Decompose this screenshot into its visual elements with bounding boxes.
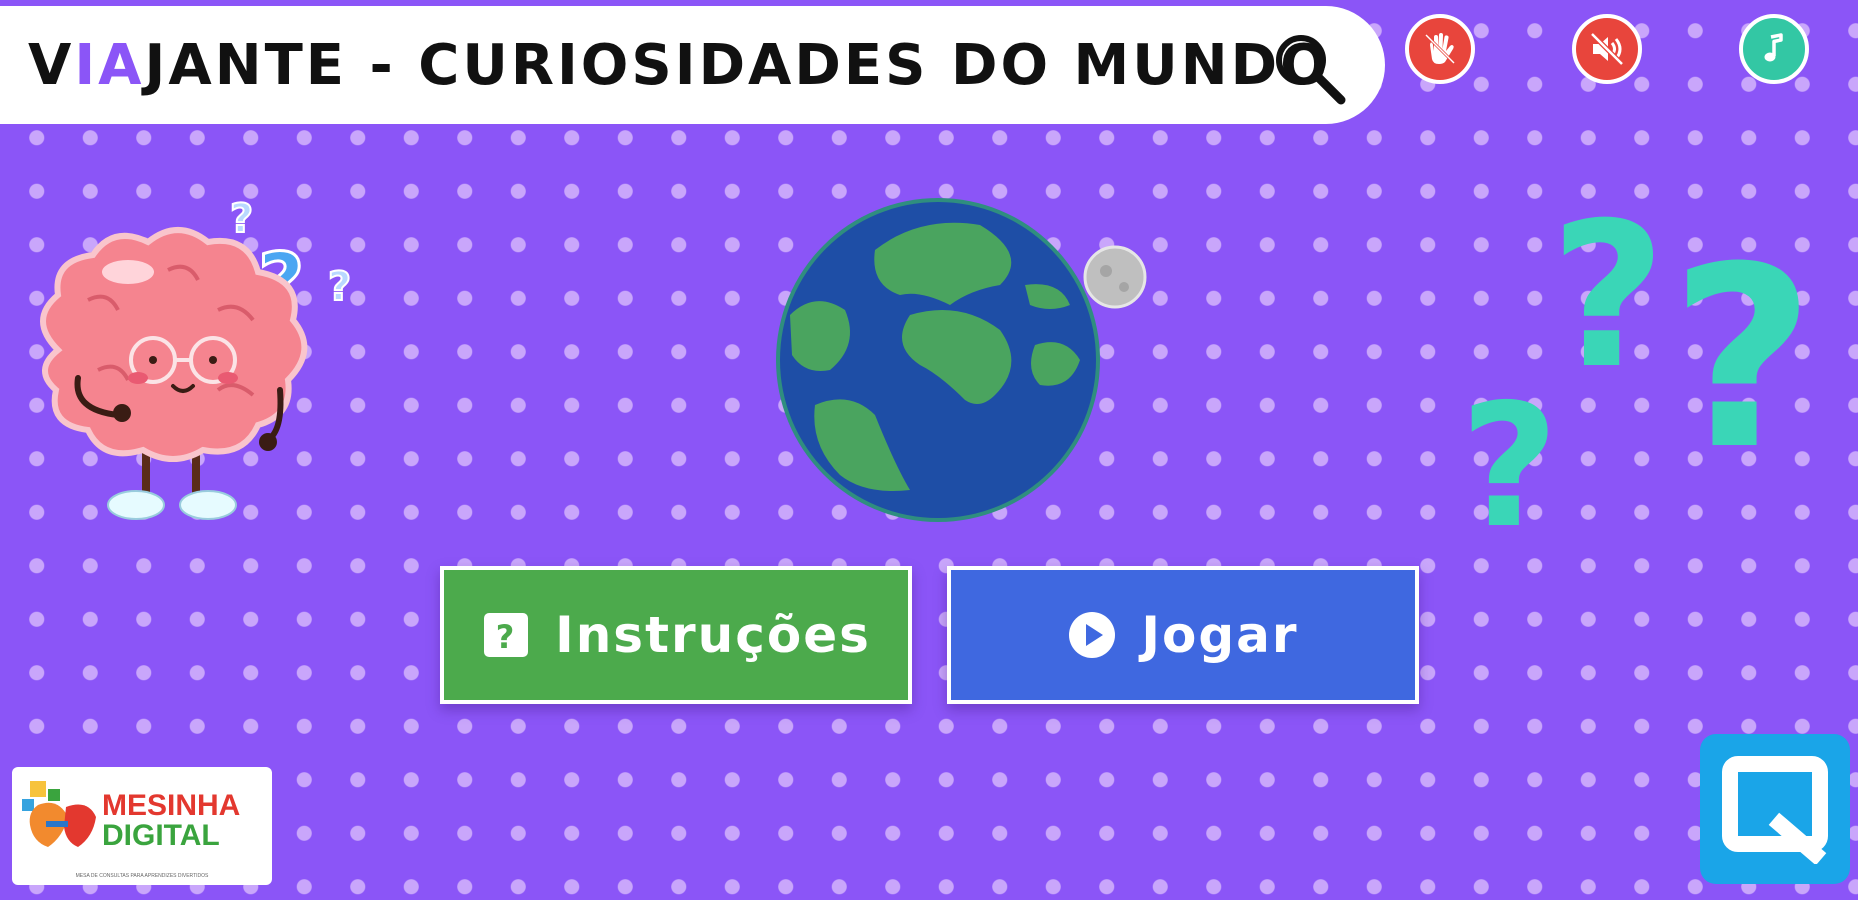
play-circle-icon bbox=[1067, 610, 1117, 660]
svg-text:?: ? bbox=[1460, 368, 1559, 535]
music-button[interactable] bbox=[1739, 14, 1809, 84]
svg-text:?: ? bbox=[230, 200, 253, 242]
game-title: VIAJANTE - CURIOSIDADES DO MUNDO bbox=[28, 32, 1331, 98]
hand-stop-icon bbox=[1424, 33, 1456, 65]
q-brand-logo[interactable] bbox=[1700, 734, 1850, 884]
question-marks-illustration: ? ? ? bbox=[1460, 195, 1815, 535]
brain-character-illustration: ? ? ? bbox=[40, 200, 352, 520]
logo-tagline: MESA DE CONSULTAS PARA APRENDIZES DIVERT… bbox=[75, 873, 209, 879]
mute-sound-button[interactable] bbox=[1572, 14, 1642, 84]
instructions-button[interactable]: ? Instruções bbox=[440, 566, 912, 704]
play-label: Jogar bbox=[1141, 606, 1299, 664]
earth-globe-illustration bbox=[776, 198, 1147, 522]
logo-text-line2: DIGITAL bbox=[102, 819, 220, 852]
svg-text:?: ? bbox=[1550, 195, 1666, 413]
svg-text:?: ? bbox=[496, 618, 517, 656]
mute-sound-icon bbox=[1590, 32, 1624, 66]
svg-text:?: ? bbox=[328, 264, 351, 310]
q-letter-icon bbox=[1722, 756, 1828, 864]
title-bar: VIAJANTE - CURIOSIDADES DO MUNDO bbox=[0, 6, 1385, 124]
instructions-label: Instruções bbox=[555, 606, 871, 664]
play-button[interactable]: Jogar bbox=[947, 566, 1419, 704]
question-square-icon: ? bbox=[481, 610, 531, 660]
magnifier-icon bbox=[1276, 35, 1346, 105]
music-note-icon bbox=[1764, 33, 1783, 62]
mesinha-digital-logo[interactable]: MESINHA DIGITAL MESA DE CONSULTAS PARA A… bbox=[12, 767, 272, 885]
hand-stop-button[interactable] bbox=[1405, 14, 1475, 84]
logo-text-line1: MESINHA bbox=[102, 789, 241, 822]
svg-text:?: ? bbox=[1670, 213, 1815, 504]
mesinha-digital-emblem-icon bbox=[22, 781, 96, 847]
